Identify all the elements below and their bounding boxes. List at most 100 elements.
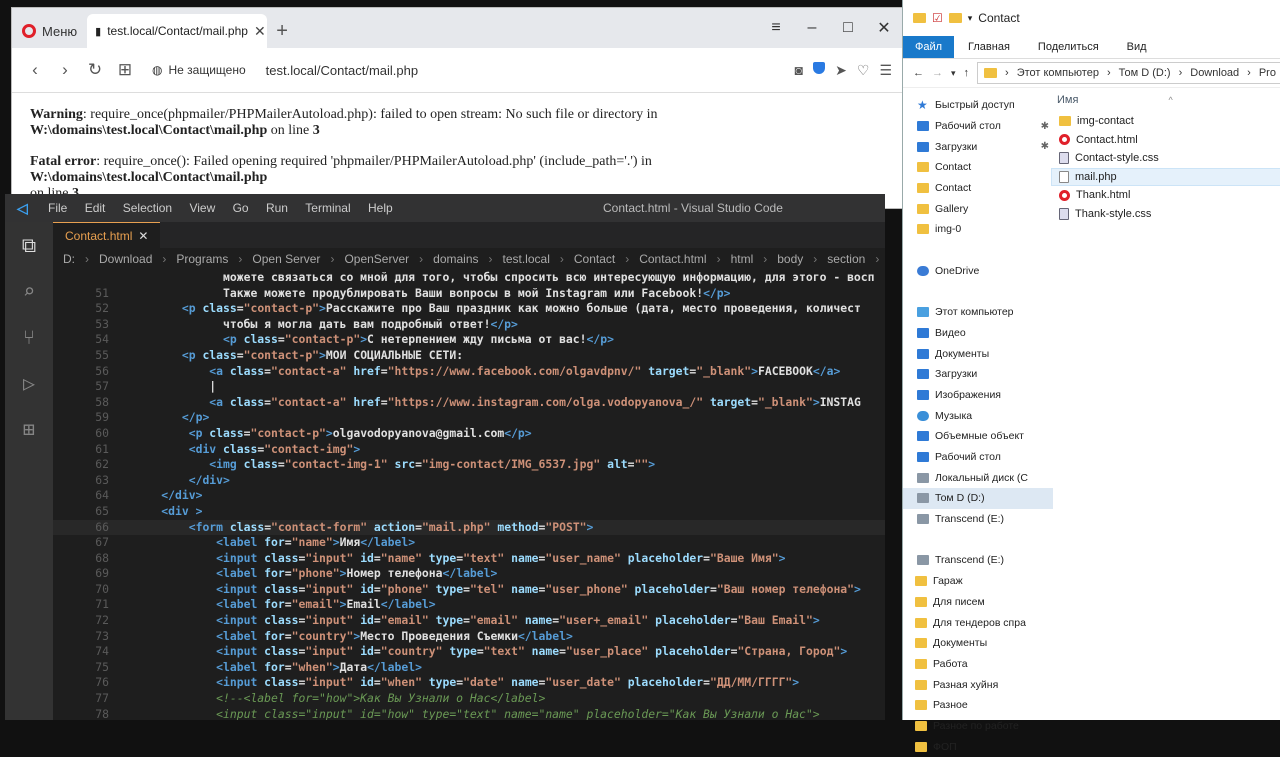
nav-item[interactable]: Видео — [903, 323, 1053, 344]
file-row[interactable]: Contact-style.css — [1053, 149, 1280, 168]
code-line[interactable]: 70 <input class="input" id="phone" type=… — [53, 582, 885, 598]
code-line[interactable]: 69 <label for="phone">Номер телефона</la… — [53, 566, 885, 582]
nav-item[interactable]: Документы — [903, 633, 1053, 654]
nav-item[interactable]: ФОП — [903, 736, 1053, 757]
code-line[interactable]: 57 | — [53, 379, 885, 395]
breadcrumb-item[interactable]: D: — [63, 252, 75, 266]
code-line[interactable]: 56 <a class="contact-a" href="https://ww… — [53, 364, 885, 380]
code-line[interactable]: 64 </div> — [53, 488, 885, 504]
code-line[interactable]: 71 <label for="email">Email</label> — [53, 597, 885, 613]
nav-item[interactable]: Для тендеров спра — [903, 612, 1053, 633]
nav-item[interactable]: Gallery — [903, 198, 1053, 219]
forward-arrow-icon[interactable]: → — [932, 67, 943, 79]
forward-button[interactable]: › — [52, 56, 78, 84]
code-line[interactable]: 62 <img class="contact-img-1" src="img-c… — [53, 457, 885, 473]
breadcrumb-item[interactable]: section — [827, 252, 865, 266]
nav-item[interactable]: Музыка — [903, 405, 1053, 426]
tab-close-icon[interactable]: ✕ — [138, 229, 148, 243]
file-row[interactable]: Thank-style.css — [1053, 205, 1280, 224]
back-button[interactable]: ‹ — [22, 56, 48, 84]
ribbon-tab-home[interactable]: Главная — [954, 41, 1024, 53]
nav-item[interactable]: Рабочий стол ✱ — [903, 116, 1053, 137]
code-editor[interactable]: можете связаться со мной для того, чтобы… — [53, 270, 885, 720]
code-line[interactable]: 78 <input class="input" id="how" type="t… — [53, 707, 885, 720]
explorer-breadcrumb[interactable]: › Этот компьютер › Том D (D:) › Download… — [977, 62, 1280, 84]
code-line[interactable]: 61 <div class="contact-img"> — [53, 442, 885, 458]
nav-item[interactable]: Этот компьютер — [903, 302, 1053, 323]
breadcrumb-item[interactable]: OpenServer — [344, 252, 409, 266]
breadcrumb-item[interactable]: domains — [433, 252, 478, 266]
nav-item[interactable]: Разное по работе — [903, 716, 1053, 737]
file-row[interactable]: Thank.html — [1053, 186, 1280, 205]
code-line[interactable]: 55 <p class="contact-p">МОИ СОЦИАЛЬНЫЕ С… — [53, 348, 885, 364]
breadcrumb-item[interactable]: Pro — [1259, 67, 1276, 79]
code-line[interactable]: 65 <div > — [53, 504, 885, 520]
code-line[interactable]: 66 <form class="contact-form" action="ma… — [53, 519, 885, 536]
new-tab-button[interactable]: + — [267, 14, 297, 48]
code-line[interactable]: 58 <a class="contact-a" href="https://ww… — [53, 395, 885, 411]
menu-view[interactable]: View — [182, 201, 222, 215]
extensions-icon[interactable]: ⊞ — [5, 406, 53, 452]
code-line[interactable]: 63 </div> — [53, 473, 885, 489]
breadcrumb-item[interactable]: Этот компьютер — [1017, 67, 1099, 79]
close-window-button[interactable]: ✕ — [866, 8, 902, 48]
nav-item[interactable]: Документы — [903, 343, 1053, 364]
recent-dropdown-icon[interactable]: ▾ — [951, 68, 956, 79]
menu-go[interactable]: Go — [226, 201, 256, 215]
nav-item[interactable]: Загрузки ✱ — [903, 136, 1053, 157]
menu-terminal[interactable]: Terminal — [298, 201, 357, 215]
tab-menu-icon[interactable]: ≡ — [758, 8, 794, 48]
nav-item[interactable]: Изображения — [903, 385, 1053, 406]
nav-item[interactable]: Рабочий стол — [903, 447, 1053, 468]
nav-item[interactable]: Для писем — [903, 592, 1053, 613]
source-control-icon[interactable]: ⑂ — [5, 314, 53, 360]
nav-item[interactable]: Transcend (E:) — [903, 509, 1053, 530]
breadcrumb-item[interactable]: Open Server — [252, 252, 320, 266]
camera-icon[interactable]: ◙ — [795, 62, 803, 79]
explorer-files-icon[interactable]: ⧉ — [5, 222, 53, 268]
security-indicator[interactable]: ◍ Не защищено — [152, 63, 246, 77]
speed-dial-icon[interactable]: ⊞ — [112, 56, 138, 84]
code-line[interactable]: 76 <input class="input" id="when" type="… — [53, 675, 885, 691]
breadcrumb-item[interactable]: Programs — [176, 252, 228, 266]
breadcrumb-item[interactable]: Download — [1190, 67, 1239, 79]
menu-help[interactable]: Help — [361, 201, 400, 215]
tab-close-icon[interactable]: ✕ — [254, 23, 266, 40]
file-row[interactable]: mail.php — [1051, 167, 1280, 186]
nav-item[interactable]: Работа — [903, 654, 1053, 675]
nav-item[interactable]: Гараж — [903, 571, 1053, 592]
maximize-button[interactable]: □ — [830, 8, 866, 48]
code-line[interactable]: 51 Также можете продублировать Ваши вопр… — [53, 286, 885, 302]
code-line[interactable]: 73 <label for="country">Место Проведения… — [53, 629, 885, 645]
url-field[interactable]: test.local/Contact/mail.php — [266, 63, 418, 78]
nav-item[interactable]: Contact — [903, 157, 1053, 178]
nav-item[interactable]: img-0 — [903, 219, 1053, 240]
nav-item[interactable]: OneDrive — [903, 261, 1053, 282]
nav-item[interactable]: Разная хуйня — [903, 674, 1053, 695]
ribbon-tab-view[interactable]: Вид — [1113, 41, 1161, 53]
breadcrumb-item[interactable]: Contact — [574, 252, 615, 266]
nav-item[interactable]: Загрузки — [903, 364, 1053, 385]
up-arrow-icon[interactable]: ↑ — [964, 67, 970, 79]
ribbon-tab-share[interactable]: Поделиться — [1024, 41, 1113, 53]
nav-item[interactable]: Разное — [903, 695, 1053, 716]
menu-file[interactable]: File — [41, 201, 74, 215]
nav-item[interactable]: Том D (D:) — [903, 488, 1053, 509]
nav-item[interactable]: Contact — [903, 178, 1053, 199]
menu-selection[interactable]: Selection — [116, 201, 179, 215]
editor-tab-contact-html[interactable]: Contact.html ✕ — [53, 222, 161, 248]
code-line[interactable]: 67 <label for="name">Имя</label> — [53, 535, 885, 551]
code-line[interactable]: 53 чтобы я могла дать вам подробный отве… — [53, 317, 885, 333]
heart-icon[interactable]: ♡ — [857, 62, 870, 79]
ribbon-tab-file[interactable]: Файл — [903, 36, 955, 58]
back-arrow-icon[interactable]: ← — [913, 67, 924, 79]
breadcrumb-item[interactable]: html — [731, 252, 754, 266]
breadcrumb-item[interactable]: body — [777, 252, 803, 266]
file-row[interactable]: Contact.html — [1053, 131, 1280, 150]
nav-item[interactable]: Transcend (E:) — [903, 550, 1053, 571]
minimize-button[interactable]: – — [794, 8, 830, 48]
breadcrumb-item[interactable]: Том D (D:) — [1119, 67, 1171, 79]
code-line[interactable]: 52 <p class="contact-p">Расскажите про В… — [53, 301, 885, 317]
code-line[interactable]: 77 <!--<label for="how">Как Вы Узнали о … — [53, 691, 885, 707]
search-icon[interactable]: ⌕ — [5, 268, 53, 314]
